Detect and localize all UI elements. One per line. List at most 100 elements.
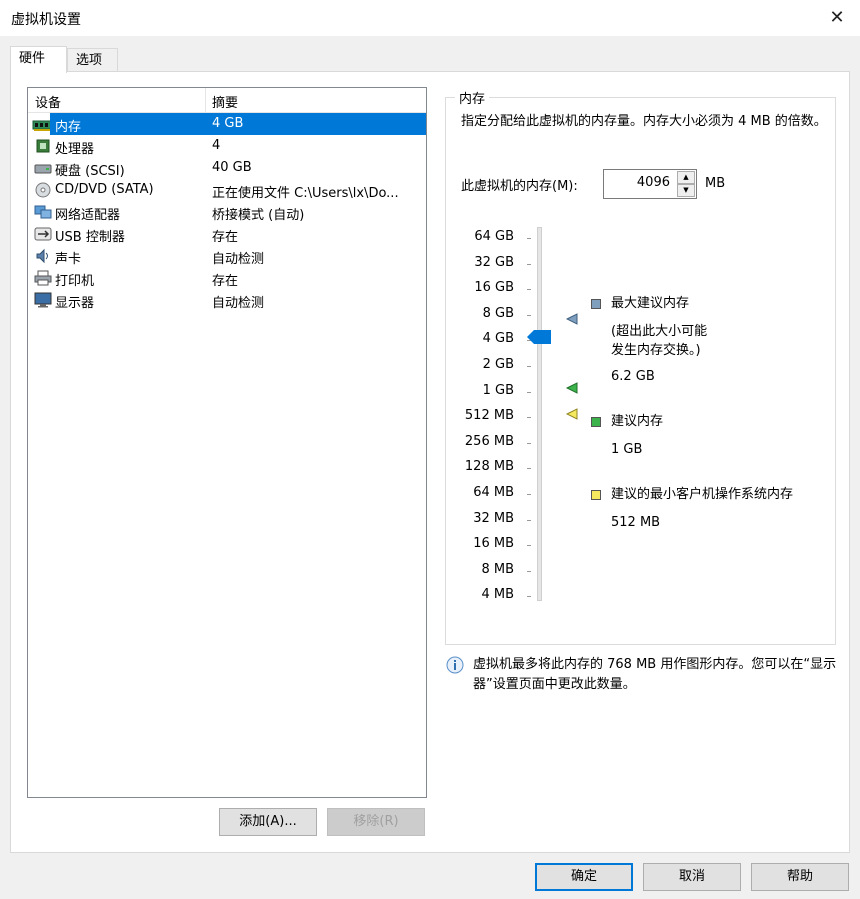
max-recommended-title: 最大建议内存 xyxy=(611,296,690,311)
scale-label: 2 GB xyxy=(482,357,514,372)
device-summary: 4 GB xyxy=(212,116,244,131)
memory-slider-track[interactable] xyxy=(537,227,542,601)
minimum-recommended-marker xyxy=(566,408,578,420)
scale-tick xyxy=(527,519,531,521)
scale-label: 256 MB xyxy=(464,433,514,449)
column-summary[interactable]: 摘要 xyxy=(212,92,238,111)
scale-label: 512 MB xyxy=(464,408,514,424)
scale-label: 8 GB xyxy=(482,305,514,321)
window-title: 虚拟机设置 xyxy=(11,12,81,28)
scale-label: 32 GB xyxy=(474,254,514,270)
add-device-button[interactable]: 添加(A)... xyxy=(219,808,317,836)
spin-down-button[interactable]: ▼ xyxy=(677,184,695,197)
cpu-icon xyxy=(36,139,50,153)
scale-label: 128 MB xyxy=(464,459,514,475)
max-recommended-value: 6.2 GB xyxy=(611,369,655,384)
max-recommended-note-line2: 发生内存交换。) xyxy=(611,343,701,358)
minimum-recommended-value: 512 MB xyxy=(611,515,661,530)
scale-tick xyxy=(527,494,531,495)
device-row-memory[interactable]: 内存 4 GB xyxy=(50,113,426,135)
sound-icon xyxy=(36,248,48,264)
device-name: CD/DVD (SATA) xyxy=(55,182,154,197)
tab-options[interactable]: 选项 xyxy=(67,48,118,72)
scale-tick xyxy=(527,238,531,239)
device-row-sound[interactable]: 声卡 自动检测 xyxy=(32,245,426,267)
title-bar: 虚拟机设置 ✕ xyxy=(0,0,860,36)
scale-label: 16 MB xyxy=(473,536,514,552)
device-row-cdrom[interactable]: CD/DVD (SATA) 正在使用文件 C:\Users\lx\Do... xyxy=(32,179,426,201)
max-recommended-note-line1: (超出此大小可能 xyxy=(611,324,708,339)
memory-icon xyxy=(32,120,52,131)
device-row-usb[interactable]: USB 控制器 存在 xyxy=(32,223,426,245)
device-name: 内存 xyxy=(55,120,82,135)
recommended-value: 1 GB xyxy=(611,442,643,457)
device-summary: 存在 xyxy=(212,274,239,289)
device-name: 处理器 xyxy=(55,142,95,157)
memory-input[interactable]: 4096 ▲ ▼ xyxy=(603,169,697,199)
close-button[interactable]: ✕ xyxy=(814,0,860,36)
scale-tick xyxy=(527,570,531,572)
scale-tick xyxy=(527,442,531,444)
memory-value: 4096 xyxy=(636,175,670,190)
memory-slider-thumb[interactable] xyxy=(527,330,551,344)
memory-unit: MB xyxy=(705,176,726,191)
scale-label: 64 GB xyxy=(474,229,514,244)
scale-tick xyxy=(527,366,531,367)
device-summary: 40 GB xyxy=(212,160,252,175)
hardware-panel: 设备 摘要 内存 4 GB 处理器 4 硬盘 (SCSI) 40 GB CD/D… xyxy=(10,71,850,853)
scale-tick xyxy=(527,417,531,419)
minimum-recommended-title: 建议的最小客户机操作系统内存 xyxy=(611,487,794,502)
scale-label: 4 GB xyxy=(482,331,514,347)
device-name: 网络适配器 xyxy=(55,208,121,223)
tab-hardware[interactable]: 硬件 xyxy=(10,46,67,73)
scale-label: 64 MB xyxy=(473,485,514,500)
ok-button[interactable]: 确定 xyxy=(535,863,633,891)
usb-icon xyxy=(34,227,52,241)
device-summary: 自动检测 xyxy=(212,252,265,267)
scale-label: 16 GB xyxy=(474,280,514,296)
graphics-memory-info: 虚拟机最多将此内存的 768 MB 用作图形内存。您可以在“显示器”设置页面中更… xyxy=(473,657,837,692)
scale-tick xyxy=(527,391,531,393)
device-summary: 4 xyxy=(212,138,221,153)
max-recommended-swatch xyxy=(591,299,601,309)
max-recommended-marker xyxy=(566,313,578,325)
scale-tick xyxy=(527,596,531,598)
column-device[interactable]: 设备 xyxy=(35,92,61,111)
printer-icon xyxy=(34,270,52,286)
memory-description: 指定分配给此虚拟机的内存量。内存大小必须为 4 MB 的倍数。 xyxy=(461,114,827,129)
scale-label: 8 MB xyxy=(481,561,514,577)
device-row-display[interactable]: 显示器 自动检测 xyxy=(32,289,426,311)
scale-tick xyxy=(527,263,531,265)
device-name: USB 控制器 xyxy=(55,230,125,245)
device-name: 打印机 xyxy=(55,274,95,289)
scale-tick xyxy=(527,468,531,470)
minimum-recommended-swatch xyxy=(591,490,601,500)
device-summary: 桥接模式 (自动) xyxy=(212,208,305,223)
scale-label: 1 GB xyxy=(482,382,514,398)
cancel-button[interactable]: 取消 xyxy=(643,863,741,891)
memory-field-label: 此虚拟机的内存(M): xyxy=(461,179,578,194)
help-button[interactable]: 帮助 xyxy=(751,863,849,891)
device-name: 显示器 xyxy=(55,296,95,311)
spin-up-button[interactable]: ▲ xyxy=(677,171,695,184)
scale-tick xyxy=(527,289,531,291)
device-list[interactable]: 设备 摘要 内存 4 GB 处理器 4 硬盘 (SCSI) 40 GB CD/D… xyxy=(27,87,427,798)
recommended-title: 建议内存 xyxy=(611,414,664,429)
device-name: 硬盘 (SCSI) xyxy=(55,164,125,179)
cdrom-icon xyxy=(35,182,51,198)
device-row-printer[interactable]: 打印机 存在 xyxy=(32,267,426,289)
harddisk-icon xyxy=(34,164,52,174)
display-icon xyxy=(34,292,52,308)
device-list-header: 设备 摘要 xyxy=(28,88,426,113)
scale-tick xyxy=(527,314,531,316)
device-summary: 存在 xyxy=(212,230,239,245)
device-row-harddisk[interactable]: 硬盘 (SCSI) 40 GB xyxy=(32,157,426,179)
scale-label: 32 MB xyxy=(473,510,514,526)
device-row-cpu[interactable]: 处理器 4 xyxy=(32,135,426,157)
device-row-network[interactable]: 网络适配器 桥接模式 (自动) xyxy=(32,201,426,223)
memory-group-title: 内存 xyxy=(455,88,490,107)
device-name: 声卡 xyxy=(55,252,82,267)
device-summary: 自动检测 xyxy=(212,296,265,311)
scale-label: 4 MB xyxy=(481,587,514,603)
remove-device-button[interactable]: 移除(R) xyxy=(327,808,425,836)
